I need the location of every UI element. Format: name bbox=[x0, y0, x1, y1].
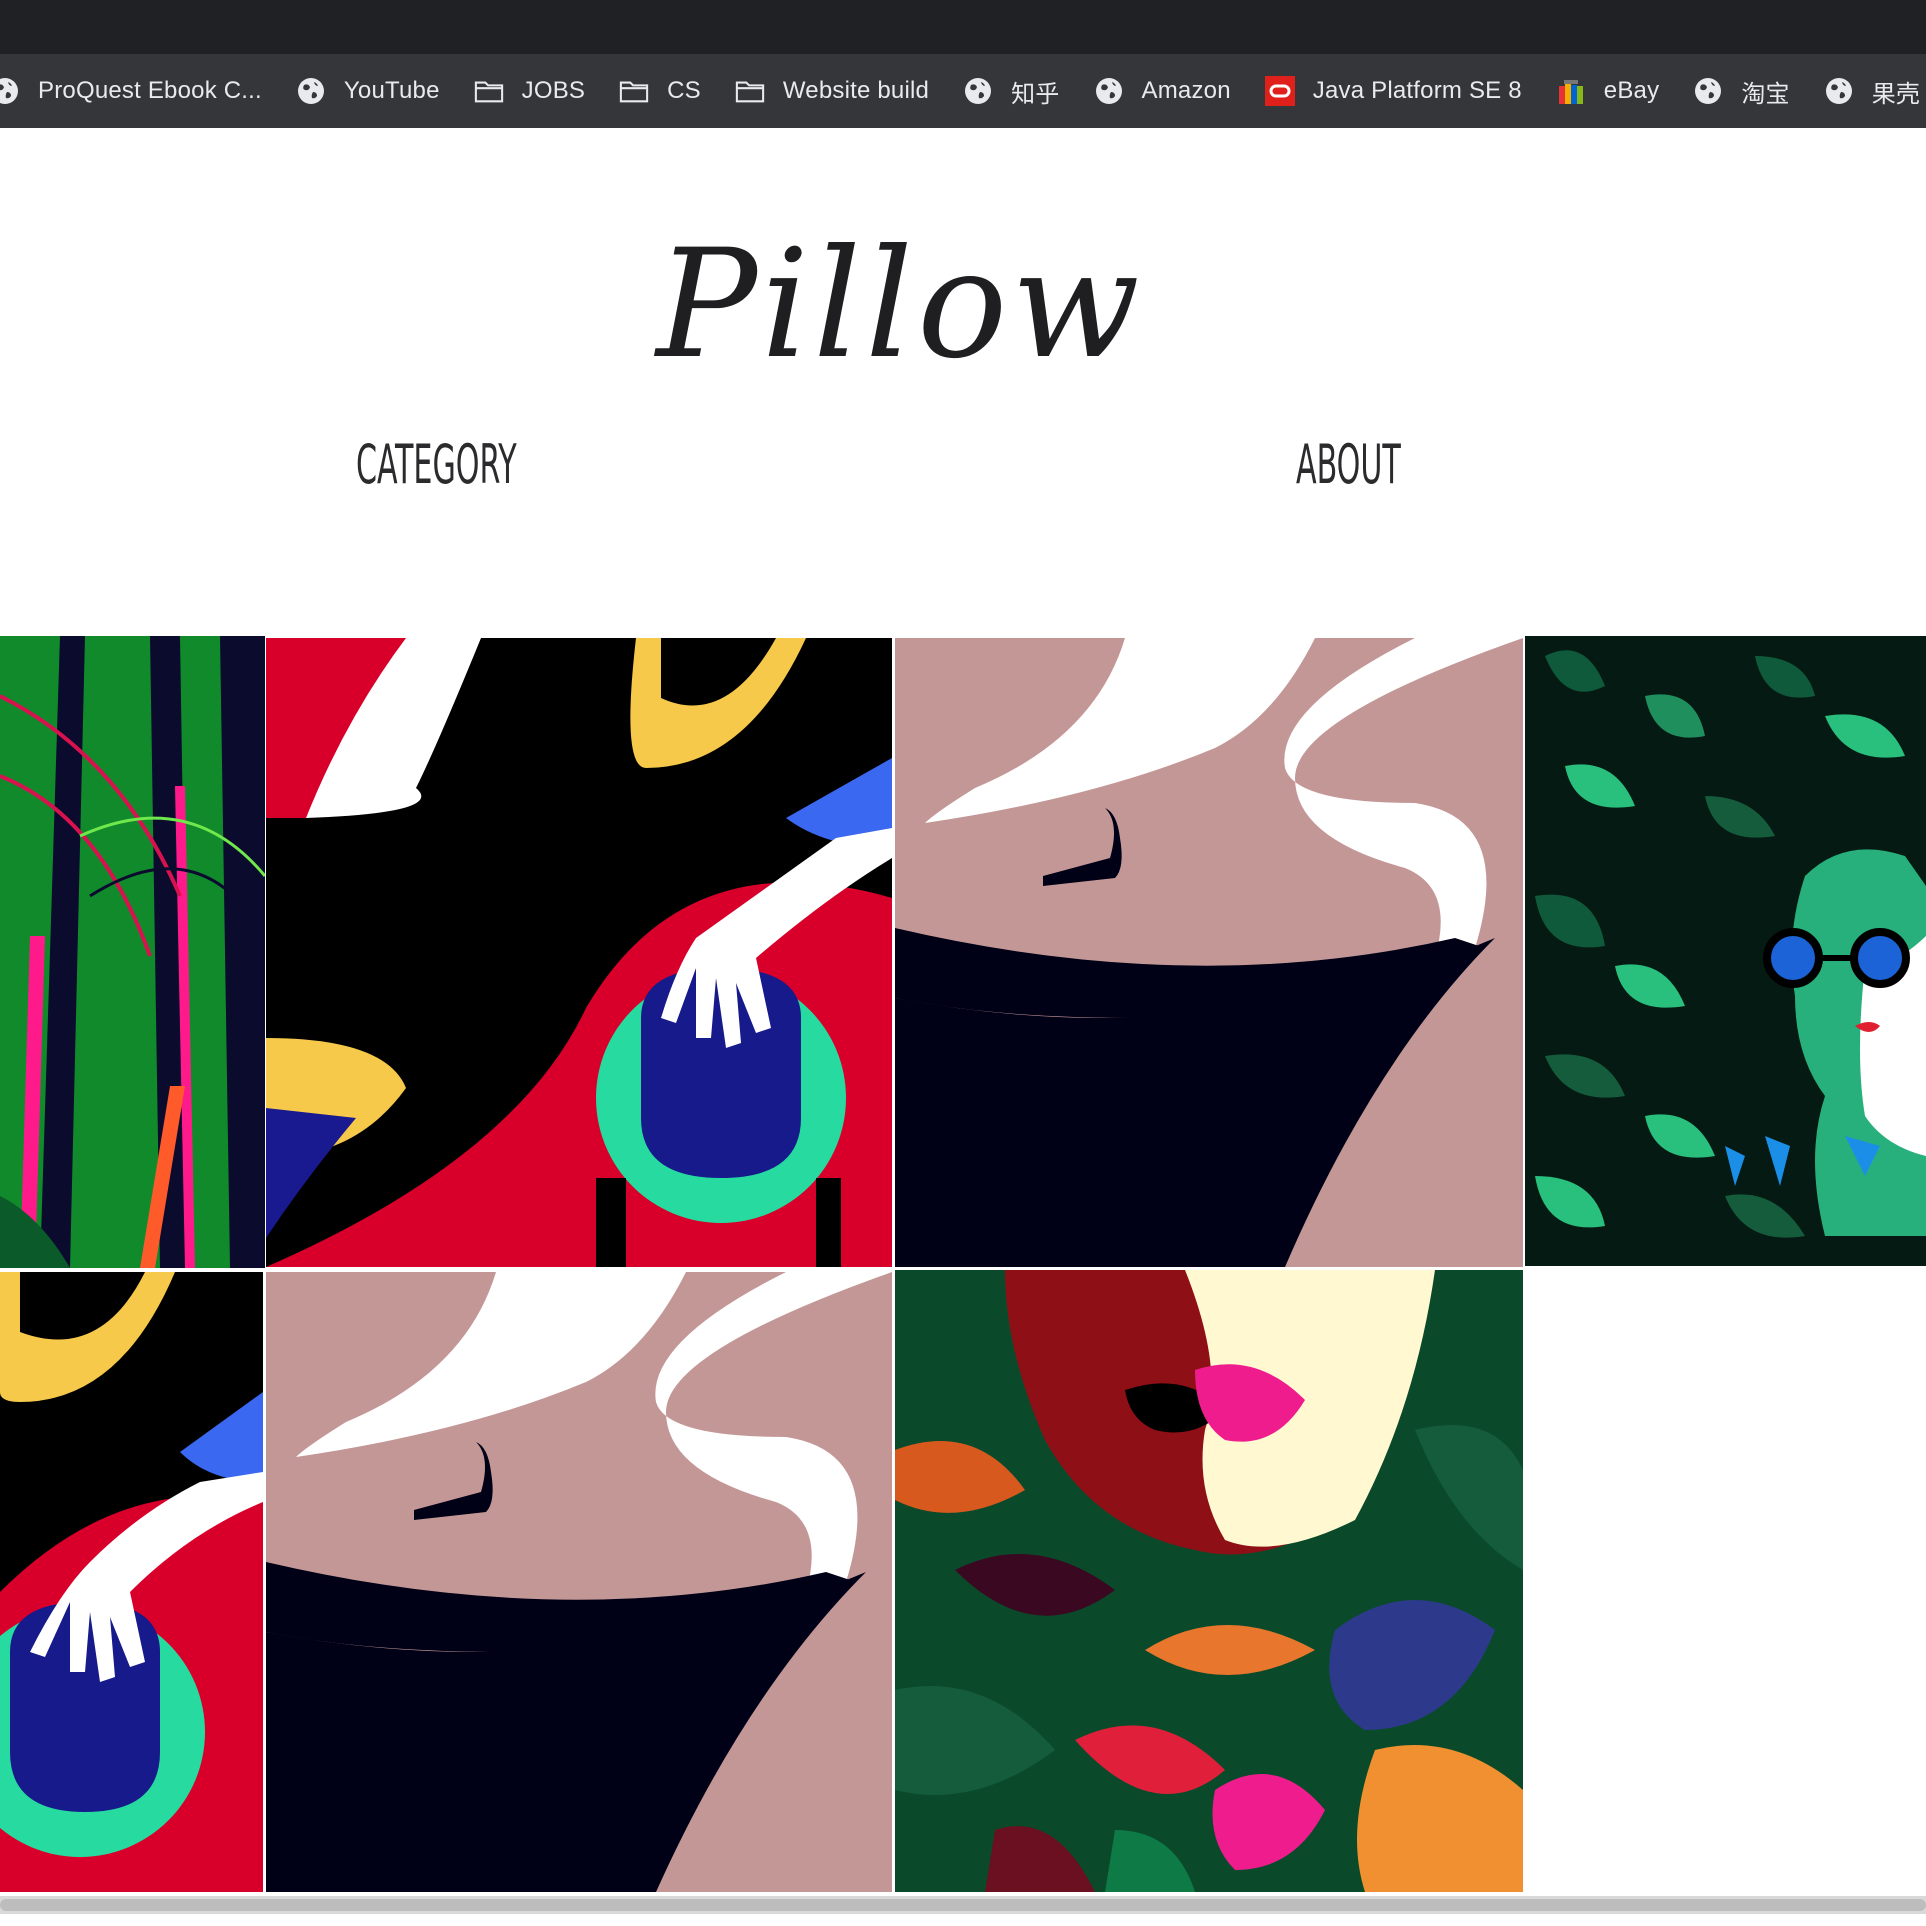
bookmark-label: JOBS bbox=[521, 77, 586, 104]
bookmark-label: ProQuest Ebook C... bbox=[38, 77, 262, 104]
bookmark-label: Java Platform SE 8 bbox=[1312, 77, 1522, 104]
bookmark-label: 淘宝 bbox=[1741, 80, 1790, 108]
globe-icon bbox=[1094, 76, 1124, 106]
bookmark-amazon[interactable]: Amazon bbox=[1094, 54, 1245, 128]
gallery-image-hand-on-ball-red[interactable] bbox=[266, 638, 892, 1267]
bookmark-label: 知乎 bbox=[1011, 80, 1060, 108]
bookmarks-bar: ProQuest Ebook C... YouTube JOBS CS Webs… bbox=[0, 54, 1926, 128]
bookmark-label: YouTube bbox=[343, 77, 440, 104]
bookmark-guokr[interactable]: 果壳 bbox=[1824, 54, 1926, 128]
gallery-image-steaming-cup-2[interactable] bbox=[266, 1272, 892, 1892]
bookmark-zhihu[interactable]: 知乎 bbox=[963, 54, 1073, 128]
bookmark-java-platform[interactable]: Java Platform SE 8 bbox=[1264, 54, 1536, 128]
bookmark-taobao[interactable]: 淘宝 bbox=[1693, 54, 1803, 128]
bookmark-label: eBay bbox=[1603, 77, 1660, 104]
nav-about[interactable]: ABOUT bbox=[1296, 432, 1401, 498]
folder-icon bbox=[619, 76, 649, 106]
bookmark-folder-cs[interactable]: CS bbox=[619, 54, 715, 128]
bookmark-folder-website-build[interactable]: Website build bbox=[735, 54, 943, 128]
bookmark-label: Website build bbox=[782, 77, 930, 104]
bookmark-label: Amazon bbox=[1141, 77, 1231, 104]
nav-category[interactable]: CATEGORY bbox=[356, 432, 517, 498]
site-logo[interactable]: Pillow bbox=[640, 210, 1160, 400]
globe-icon bbox=[963, 76, 993, 106]
gallery-image-hand-on-ball-crop[interactable] bbox=[0, 1272, 263, 1892]
browser-title-bar bbox=[0, 0, 1926, 54]
oracle-icon bbox=[1264, 76, 1295, 106]
folder-icon bbox=[735, 76, 765, 106]
bookmark-ebay[interactable]: eBay bbox=[1556, 54, 1674, 128]
globe-icon bbox=[1824, 76, 1854, 106]
gallery-image-woman-in-leaves[interactable] bbox=[1525, 636, 1926, 1266]
globe-icon bbox=[1693, 76, 1723, 106]
gallery-image-woman-lips-foliage[interactable] bbox=[895, 1270, 1523, 1892]
bookmark-proquest[interactable]: ProQuest Ebook C... bbox=[0, 54, 276, 128]
bookmark-label: 果壳 bbox=[1871, 80, 1921, 108]
horizontal-scrollbar-thumb[interactable] bbox=[0, 1899, 1926, 1911]
globe-icon bbox=[296, 76, 326, 106]
bookmark-youtube[interactable]: YouTube bbox=[296, 54, 454, 128]
folder-icon bbox=[474, 76, 504, 106]
bookmark-folder-jobs[interactable]: JOBS bbox=[474, 54, 599, 128]
ebay-icon bbox=[1556, 76, 1586, 106]
gallery-image-steaming-cup[interactable] bbox=[895, 638, 1523, 1267]
bookmark-label: CS bbox=[667, 77, 701, 104]
site-logo-text: Pillow bbox=[656, 218, 1144, 392]
globe-icon bbox=[0, 76, 20, 106]
gallery-image-jungle-palms[interactable] bbox=[0, 636, 265, 1268]
